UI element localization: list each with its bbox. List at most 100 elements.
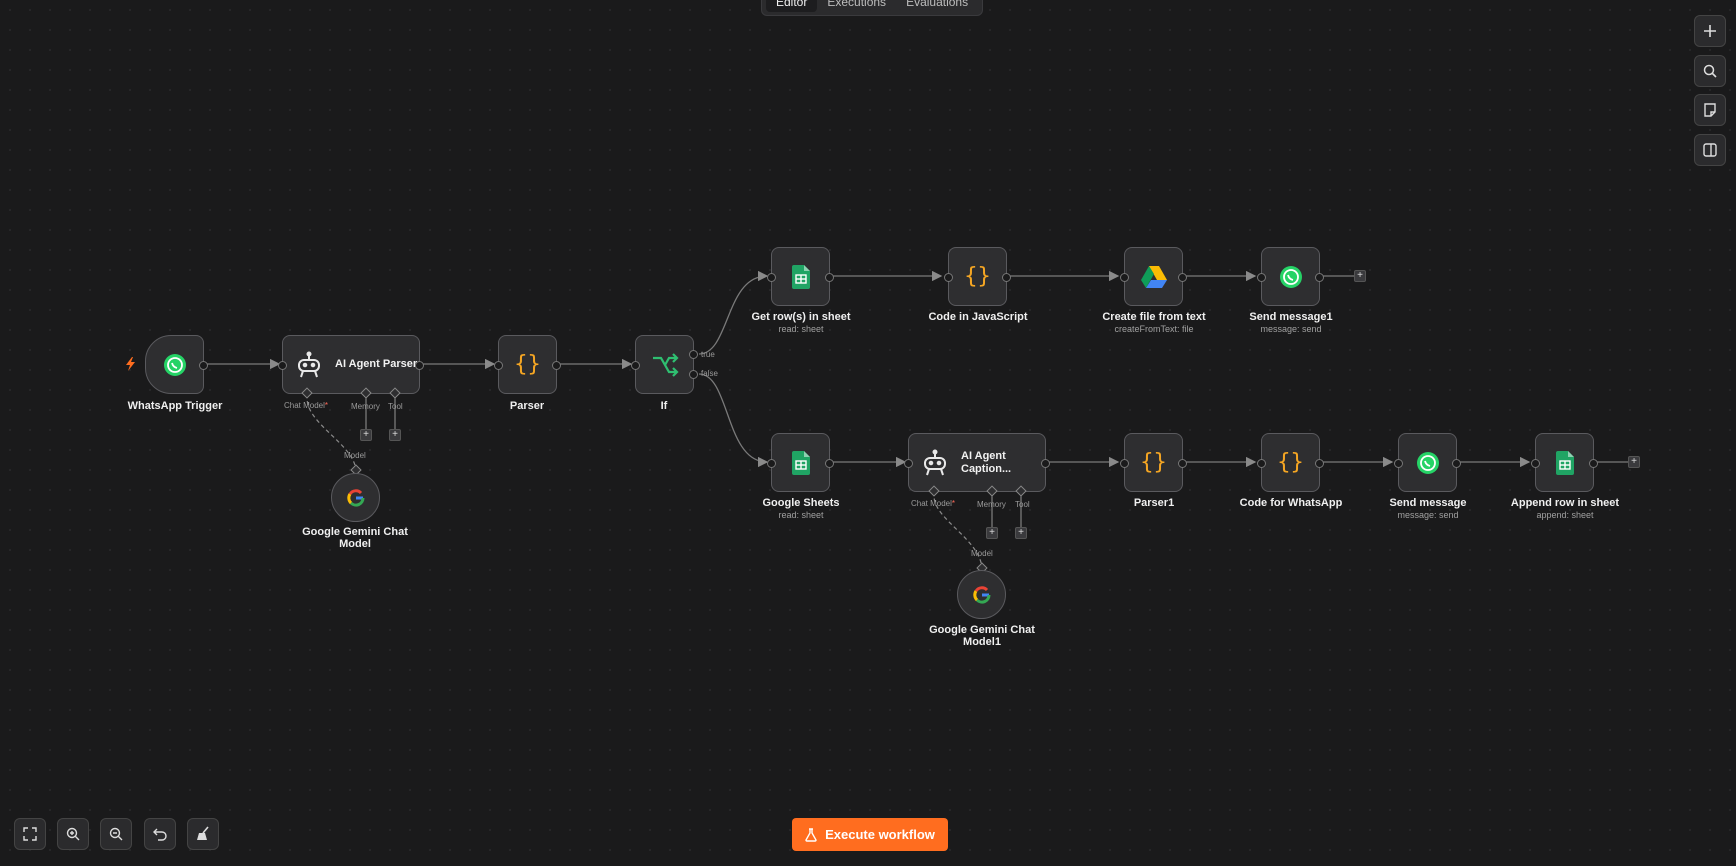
port-label-chat-model: Chat Model*	[284, 401, 329, 410]
node-label: Get row(s) in sheet	[751, 311, 851, 323]
edge-if-false	[698, 373, 769, 468]
node-label: Parser	[509, 400, 545, 412]
node-whatsapp-trigger[interactable]	[145, 335, 208, 394]
output-handle[interactable]	[552, 361, 561, 370]
input-handle[interactable]	[944, 273, 953, 282]
input-handle[interactable]	[1531, 459, 1540, 468]
output-handle[interactable]	[415, 361, 424, 370]
node-if[interactable]	[631, 335, 698, 394]
node-append-row-in-sheet[interactable]	[1531, 433, 1598, 492]
add-tool-button[interactable]: +	[389, 429, 401, 441]
fit-view-icon	[23, 827, 37, 841]
input-handle[interactable]	[631, 361, 640, 370]
node-ai-agent-parser[interactable]: AI Agent Parser	[278, 335, 424, 394]
zoom-out-icon	[109, 827, 123, 841]
tidy-up-button[interactable]	[187, 818, 219, 850]
robot-icon	[924, 449, 946, 475]
fit-view-button[interactable]	[14, 818, 46, 850]
execute-workflow-button[interactable]: Execute workflow	[792, 818, 948, 851]
node-google-gemini-chat-model1[interactable]	[957, 570, 1006, 619]
branch-icon	[652, 352, 679, 377]
undo-button[interactable]	[144, 818, 176, 850]
node-ai-agent-caption[interactable]: AI Agent Caption...	[904, 433, 1050, 492]
search-icon	[1703, 64, 1717, 78]
node-google-gemini-chat-model[interactable]	[331, 473, 380, 522]
input-handle[interactable]	[494, 361, 503, 370]
input-handle[interactable]	[767, 273, 776, 282]
output-handle[interactable]	[1452, 459, 1461, 468]
output-handle[interactable]	[1178, 273, 1187, 282]
node-get-rows[interactable]	[767, 247, 834, 306]
google-icon	[346, 488, 365, 507]
input-handle[interactable]	[278, 361, 287, 370]
output-handle[interactable]	[1041, 459, 1050, 468]
output-handle[interactable]	[1002, 273, 1011, 282]
node-send-message1[interactable]	[1257, 247, 1324, 306]
false-branch-label: false	[701, 369, 718, 378]
add-node-button[interactable]	[1694, 15, 1726, 47]
add-memory-button[interactable]: +	[360, 429, 372, 441]
toggle-panel-button[interactable]	[1694, 134, 1726, 166]
add-next-node-button[interactable]: +	[1628, 456, 1640, 468]
node-label: Google Gemini Chat Model	[302, 526, 408, 550]
output-handle[interactable]	[1315, 459, 1324, 468]
whatsapp-icon	[1279, 265, 1302, 288]
node-subtitle: read: sheet	[778, 324, 824, 334]
node-code-for-whatsapp[interactable]: {}	[1257, 433, 1324, 492]
node-subtitle: read: sheet	[778, 510, 824, 520]
node-label: Send message1	[1249, 311, 1333, 323]
node-parser[interactable]: {}	[494, 335, 561, 394]
input-handle[interactable]	[1120, 273, 1129, 282]
google-drive-icon	[1140, 265, 1167, 288]
output-handle[interactable]	[1315, 273, 1324, 282]
input-handle[interactable]	[1257, 273, 1266, 282]
panel-icon	[1703, 143, 1717, 157]
tab-executions[interactable]: Executions	[817, 0, 896, 12]
node-label: Parser1	[1133, 497, 1175, 509]
node-label: Google Gemini Chat Model1	[929, 624, 1035, 648]
output-handle[interactable]	[199, 361, 208, 370]
zoom-out-button[interactable]	[100, 818, 132, 850]
add-memory-button[interactable]: +	[986, 527, 998, 539]
node-code-in-javascript[interactable]: {}	[944, 247, 1011, 306]
zoom-in-button[interactable]	[57, 818, 89, 850]
execute-workflow-label: Execute workflow	[825, 827, 935, 842]
add-next-node-button[interactable]: +	[1354, 270, 1366, 282]
node-subtitle: message: send	[1260, 324, 1322, 334]
trigger-bolt-icon	[126, 357, 135, 371]
port-label-model: Model	[971, 549, 993, 558]
output-handle[interactable]	[1589, 459, 1598, 468]
tab-editor[interactable]: Editor	[766, 0, 818, 12]
port-label-memory: Memory	[351, 402, 380, 411]
node-send-message[interactable]	[1394, 433, 1461, 492]
port-label-memory: Memory	[977, 500, 1006, 509]
node-parser1[interactable]: {}	[1120, 433, 1187, 492]
true-branch-label: true	[701, 350, 715, 359]
output-handle[interactable]	[825, 459, 834, 468]
true-output-handle[interactable]	[689, 350, 698, 359]
output-handle[interactable]	[825, 273, 834, 282]
add-sticky-note-button[interactable]	[1694, 94, 1726, 126]
input-handle[interactable]	[767, 459, 776, 468]
google-sheets-icon	[1555, 450, 1574, 475]
search-nodes-button[interactable]	[1694, 55, 1726, 87]
add-tool-button[interactable]: +	[1015, 527, 1027, 539]
false-output-handle[interactable]	[689, 370, 698, 379]
code-braces-icon: {}	[964, 264, 991, 289]
node-label: If	[660, 400, 668, 412]
output-handle[interactable]	[1178, 459, 1187, 468]
google-sheets-icon	[791, 450, 810, 475]
input-handle[interactable]	[1394, 459, 1403, 468]
undo-icon	[153, 828, 167, 841]
node-google-sheets[interactable]	[767, 433, 834, 492]
node-create-file-from-text[interactable]	[1120, 247, 1187, 306]
tab-evaluations[interactable]: Evaluations	[896, 0, 978, 12]
whatsapp-icon	[1416, 451, 1439, 474]
flask-icon	[805, 827, 817, 842]
node-subtitle: createFromText: file	[1114, 324, 1194, 334]
whatsapp-icon	[163, 353, 186, 376]
input-handle[interactable]	[1120, 459, 1129, 468]
input-handle[interactable]	[904, 459, 913, 468]
node-label: Google Sheets	[762, 497, 840, 509]
input-handle[interactable]	[1257, 459, 1266, 468]
